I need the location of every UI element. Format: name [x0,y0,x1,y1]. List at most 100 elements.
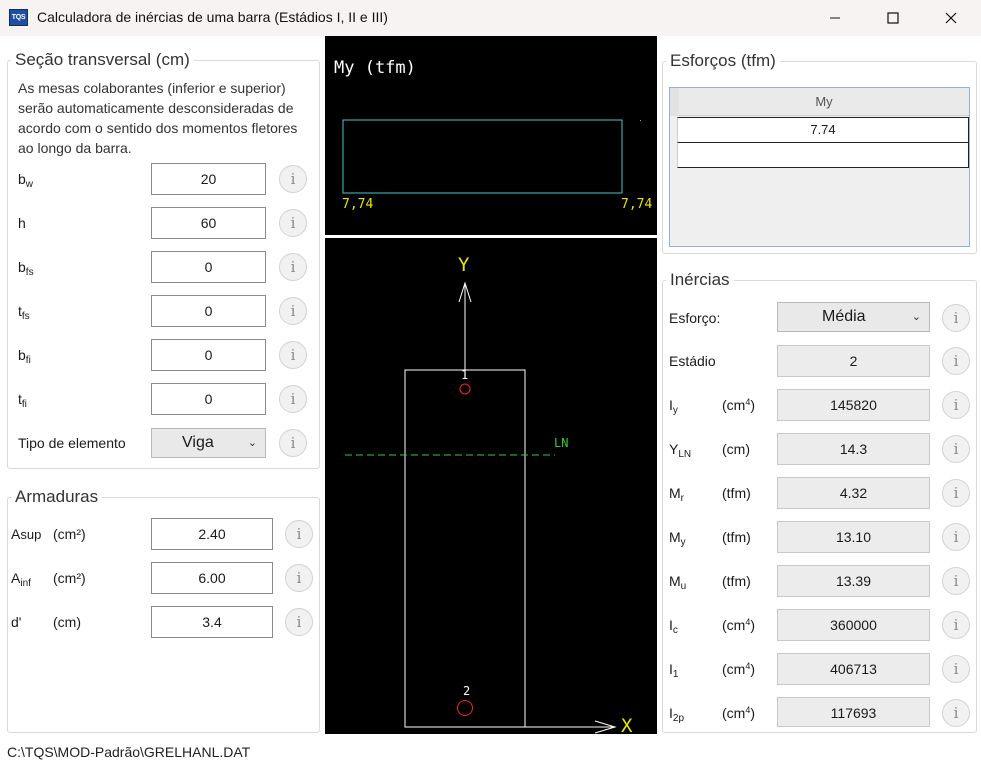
grid-column-header[interactable]: My [679,88,969,116]
secao-title: Seção transversal (cm) [11,50,194,70]
ln-label: LN [554,436,569,450]
info-icon[interactable]: i [942,655,970,683]
tfs-input[interactable]: 0 [151,295,266,327]
status-file-path: C:\TQS\MOD-Padrão\GRELHANL.DAT [7,744,251,760]
info-icon[interactable]: i [285,520,313,548]
info-icon[interactable]: i [285,608,313,636]
rebar-top-circle [459,383,471,395]
info-icon[interactable]: i [279,165,307,193]
info-icon[interactable]: i [285,564,313,592]
diagram-right-value: 7,74 [621,197,653,212]
diagram-marker [640,120,641,121]
i2p-value: 117693 [777,697,930,727]
my-unit: (tfm) [722,529,751,545]
section-view[interactable]: Y X LN 1 2 [325,238,657,737]
mr-label: Mr [669,485,685,504]
ic-value: 360000 [777,609,930,641]
tipo-label: Tipo de elemento [18,435,126,451]
i1-label: I1 [669,661,679,680]
maximize-button[interactable] [864,0,922,36]
mr-unit: (tfm) [722,485,751,501]
bfs-input[interactable]: 0 [151,251,266,283]
dlinha-unit: (cm) [53,614,81,630]
asup-input[interactable]: 2.40 [151,518,273,550]
i2p-unit: (cm4) [722,705,756,721]
info-icon[interactable]: i [942,611,970,639]
mu-unit: (tfm) [722,573,751,589]
i1-unit: (cm4) [722,661,756,677]
mu-label: Mu [669,573,687,592]
yln-value: 14.3 [777,433,930,465]
info-icon[interactable]: i [279,209,307,237]
bfi-input[interactable]: 0 [151,339,266,371]
mu-value: 13.39 [777,565,930,597]
info-icon[interactable]: i [279,341,307,369]
bfi-label: bfi [18,347,31,366]
esforco-select[interactable]: Média ⌄ [777,302,930,332]
esforcos-title: Esforços (tfm) [666,51,780,71]
app-icon: TQS [9,9,28,26]
mr-value: 4.32 [777,477,930,509]
minimize-icon [830,17,840,19]
info-icon[interactable]: i [942,435,970,463]
diagram-title: My (tfm) [334,58,416,78]
x-axis-label: X [621,715,633,737]
asup-unit: (cm²) [53,526,86,542]
moment-bar-shape [342,119,623,194]
grid-cell[interactable]: 7.74 [677,117,969,143]
info-icon[interactable]: i [942,523,970,551]
info-icon[interactable]: i [279,297,307,325]
info-icon[interactable]: i [942,391,970,419]
estadio-label: Estádio [669,353,716,369]
esforcos-grid[interactable]: My 7.74 [669,87,970,247]
minimize-button[interactable] [806,0,864,36]
asup-label: Asup [11,526,42,542]
diagram-left-value: 7,74 [342,197,374,212]
info-icon[interactable]: i [942,479,970,507]
secao-description: As mesas colaborantes (inferior e superi… [18,80,298,156]
point1-label: 1 [461,368,469,382]
point2-label: 2 [463,684,471,698]
info-icon[interactable]: i [279,385,307,413]
info-icon[interactable]: i [942,567,970,595]
ainf-unit: (cm²) [53,570,86,586]
iy-value: 145820 [777,389,930,421]
estadio-value: 2 [777,345,930,377]
iy-unit: (cm4) [722,397,756,413]
h-input[interactable]: 60 [151,207,266,239]
ainf-input[interactable]: 6.00 [151,562,273,594]
yln-label: YLN [669,441,692,460]
info-icon[interactable]: i [279,253,307,281]
dlinha-label: d' [11,614,22,630]
tfi-label: tfi [18,391,27,410]
chevron-down-icon: ⌄ [247,437,257,449]
section-view-svg [345,281,617,734]
moment-diagram[interactable]: My (tfm) 7,74 7,74 [325,36,657,235]
y-axis-label: Y [458,254,470,276]
info-icon[interactable]: i [942,347,970,375]
tfs-label: tfs [18,303,30,322]
maximize-icon [887,12,899,24]
inercias-title: Inércias [666,270,734,290]
section-outline [404,369,526,728]
bw-input[interactable]: 20 [151,163,266,195]
armaduras-title: Armaduras [11,487,103,507]
i2p-label: I2p [669,705,685,724]
bw-label: bw [18,171,34,190]
iy-label: Iy [669,397,678,416]
chevron-down-icon: ⌄ [911,311,921,323]
my-label: My [669,529,686,548]
ainf-label: Ainf [11,570,31,589]
grid-new-row[interactable] [677,143,969,168]
close-button[interactable] [922,0,980,36]
tipo-select[interactable]: Viga ⌄ [151,428,266,458]
info-icon[interactable]: i [942,699,970,727]
info-icon[interactable]: i [279,429,307,457]
yln-unit: (cm) [722,441,750,457]
info-icon[interactable]: i [942,304,970,332]
dlinha-input[interactable]: 3.4 [151,606,273,638]
bfs-label: bfs [18,259,34,278]
tfi-input[interactable]: 0 [151,383,266,415]
esforco-label: Esforço: [669,310,721,326]
grid-corner [670,88,679,116]
